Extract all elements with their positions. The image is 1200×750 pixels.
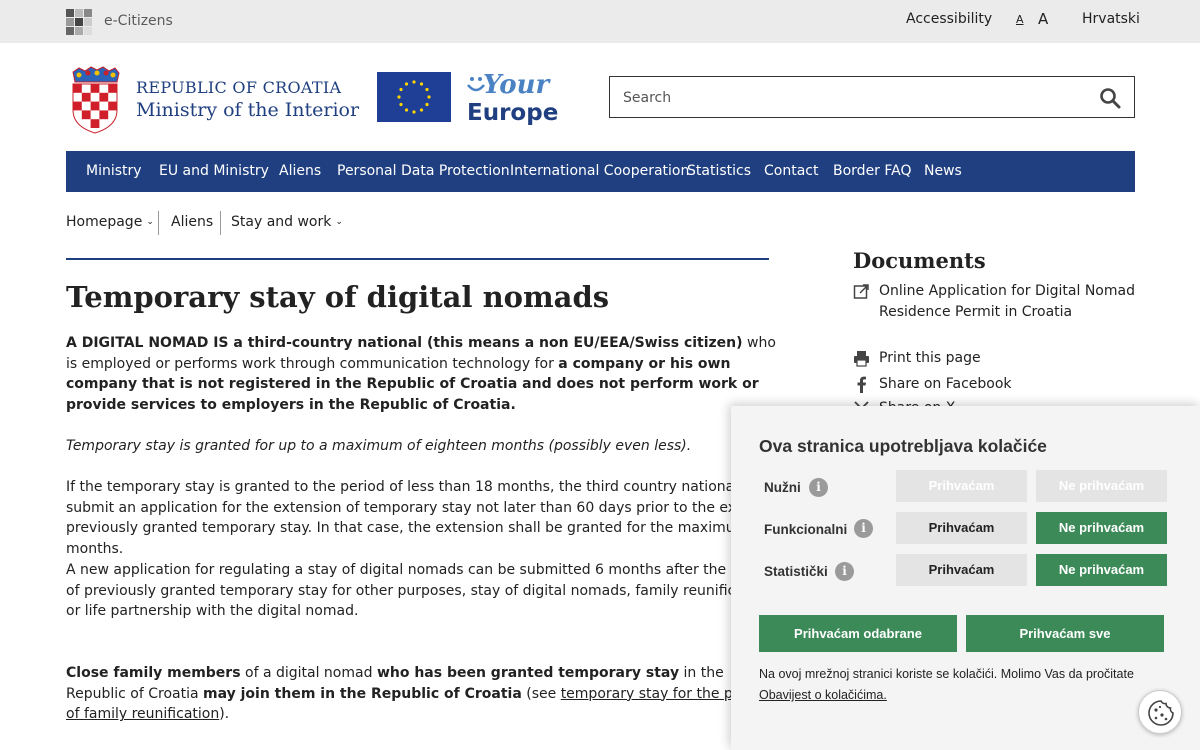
share-facebook-label: Share on Facebook [879,376,1012,392]
language-switch-link[interactable]: Hrvatski [1082,11,1140,27]
text: (see [521,685,561,702]
print-page-link[interactable]: Print this page [853,348,1053,369]
breadcrumb-homepage-label: Homepage [66,214,143,230]
article-paragraph-5: Close family members of a digital nomad … [66,663,786,725]
article-paragraph-4: A new application for regulating a stay … [66,562,775,620]
ministry-title-line1: REPUBLIC OF CROATIA [136,78,342,97]
top-utility-bar: e-Citizens Accessibility A A Hrvatski [0,0,1200,43]
bold-text: who has been granted temporary stay [376,665,680,681]
ministry-title[interactable]: REPUBLIC OF CROATIA Ministry of the Inte… [136,78,359,121]
printer-icon [854,351,869,367]
text: of a digital nomad [240,665,377,681]
article-paragraph-2: Temporary stay is granted for up to a ma… [66,438,692,454]
statistics-decline-button[interactable]: Ne prihvaćam [1036,554,1167,586]
article-paragraph-1: A DIGITAL NOMAD IS a third-country natio… [66,333,786,416]
necessary-accept-button: Prihvaćam [896,470,1027,502]
nav-item-news[interactable]: News [924,163,962,179]
accessibility-link[interactable]: Accessibility [906,11,992,27]
facebook-icon [857,376,866,393]
breadcrumb-item-aliens[interactable]: Aliens [171,214,213,230]
text: ). [219,706,230,723]
cookie-icon [1148,700,1174,726]
breadcrumb-stay-label: Stay and work [231,214,332,230]
nav-item-statistics[interactable]: Statistics [687,163,751,179]
breadcrumb-item-homepage[interactable]: Homepage ⌄ [66,214,154,230]
cookie-category-label: Funkcionalni [764,522,848,537]
breadcrumb-item-stay-and-work[interactable]: Stay and work ⌄ [231,214,343,230]
cookie-category-label: Nužni [764,480,801,495]
chevron-down-icon: ⌄ [335,217,343,227]
statistics-accept-button[interactable]: Prihvaćam [896,554,1027,586]
nav-item-eu-and-ministry[interactable]: EU and Ministry [159,163,269,179]
ministry-title-line2: Ministry of the Interior [136,99,360,121]
doc-link-line2: Residence Permit in Croatia [879,303,1073,320]
bold-text: A DIGITAL NOMAD IS a third-country natio… [66,335,743,351]
info-icon[interactable]: i [835,562,854,581]
accept-selected-button[interactable]: Prihvaćam odabrane [759,615,957,652]
nav-item-aliens[interactable]: Aliens [279,163,321,179]
doc-link-digital-nomad-application[interactable]: Online Application for Digital Nomad Res… [853,281,1153,323]
breadcrumb-divider [158,211,159,235]
share-facebook-link[interactable]: Share on Facebook [853,374,1053,395]
cookie-consent-panel: Ova stranica upotrebljava kolačiće Nužni… [731,406,1200,750]
your-europe-logo[interactable]: Your Europe [461,70,571,130]
eu-flag-icon[interactable] [377,72,451,122]
your-europe-bottom-text: Europe [467,100,559,126]
functional-decline-button[interactable]: Ne prihvaćam [1036,512,1167,544]
bold-text: may join them in the Republic of Croatia [203,685,522,702]
accept-all-button[interactable]: Prihvaćam sve [966,615,1164,652]
cookie-notice-link[interactable]: Obavijest o kolačićima. [759,688,887,702]
cookie-notice-text: Na ovoj mrežnoj stranici koriste se kola… [759,664,1134,706]
article-paragraph-3: If the temporary stay is granted to the … [66,479,781,558]
breadcrumb-divider [220,211,221,235]
print-page-label: Print this page [879,350,981,366]
functional-accept-button[interactable]: Prihvaćam [896,512,1027,544]
font-size-small-button[interactable]: A [1016,13,1024,26]
nav-item-international-cooperation[interactable]: International Cooperation [510,163,689,179]
page-title: Temporary stay of digital nomads [66,280,610,314]
e-citizens-link[interactable]: e-Citizens [104,13,173,29]
necessary-decline-button: Ne prihvaćam [1036,470,1167,502]
cookie-panel-title: Ova stranica upotrebljava kolačiće [759,436,1047,456]
external-link-icon [853,284,869,299]
chevron-down-icon: ⌄ [146,217,154,227]
cookie-notice-sentence: Na ovoj mrežnoj stranici koriste se kola… [759,667,1134,681]
doc-link-line1: Online Application for Digital Nomad [879,283,1135,299]
nav-item-border-faq[interactable]: Border FAQ [833,163,912,179]
nav-item-personal-data-protection[interactable]: Personal Data Protection [337,163,510,179]
croatia-coat-of-arms-icon[interactable] [69,66,121,134]
bold-text: Close family members [66,665,241,681]
cookie-settings-button[interactable] [1138,690,1182,734]
font-size-large-button[interactable]: A [1038,10,1048,28]
search-icon[interactable] [1099,87,1121,109]
nav-item-ministry[interactable]: Ministry [86,163,142,179]
cookie-category-label: Statistički [764,564,828,579]
info-icon[interactable]: i [854,519,873,538]
title-divider [66,258,769,260]
nav-item-contact[interactable]: Contact [764,163,818,179]
documents-heading: Documents [853,248,986,273]
search-box [609,76,1135,118]
e-citizens-logo-icon[interactable] [66,9,92,35]
your-europe-top-text: Your [483,70,550,100]
main-navigation: Ministry EU and Ministry Aliens Personal… [66,151,1135,192]
info-icon[interactable]: i [809,478,828,497]
search-input[interactable] [623,87,1083,109]
